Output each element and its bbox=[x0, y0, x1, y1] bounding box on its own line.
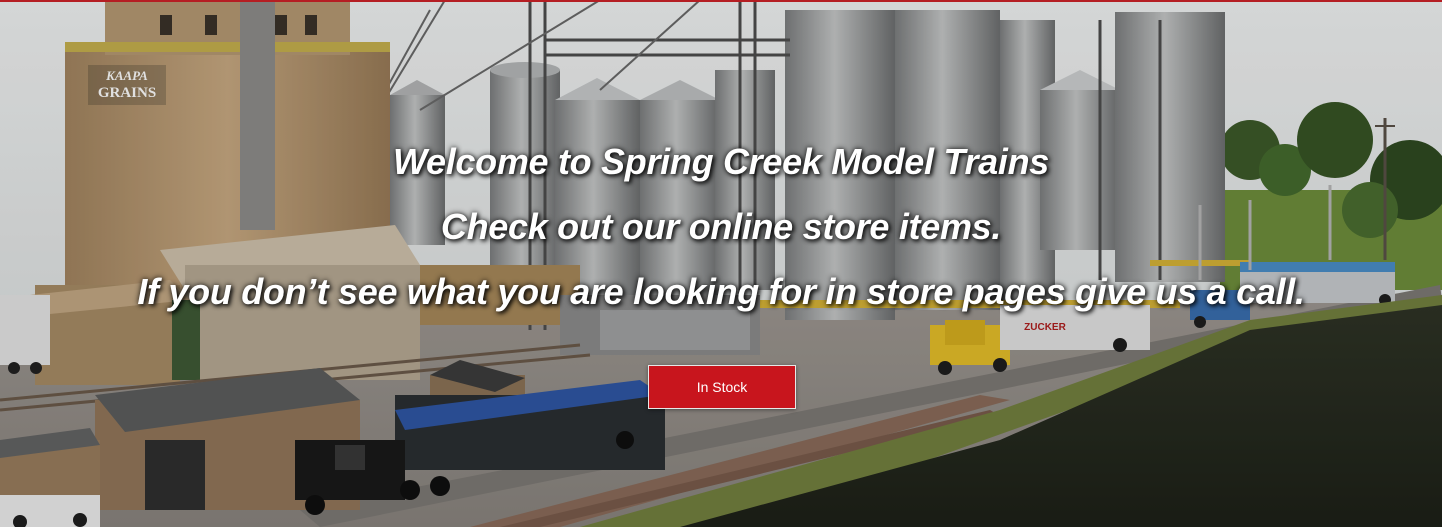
top-accent-border bbox=[0, 0, 1442, 2]
hero-headline-welcome: Welcome to Spring Creek Model Trains bbox=[392, 141, 1050, 182]
hero-headline-call-us: If you don’t see what you are looking fo… bbox=[137, 271, 1305, 312]
in-stock-button[interactable]: In Stock bbox=[648, 365, 796, 409]
hero-background-image: KAAPA GRAINS ZUCKER bbox=[0, 0, 1442, 527]
hero-headline-store-items: Check out our online store items. bbox=[440, 206, 1002, 247]
hero-banner: KAAPA GRAINS ZUCKER Welcome to Spring Cr… bbox=[0, 0, 1442, 527]
